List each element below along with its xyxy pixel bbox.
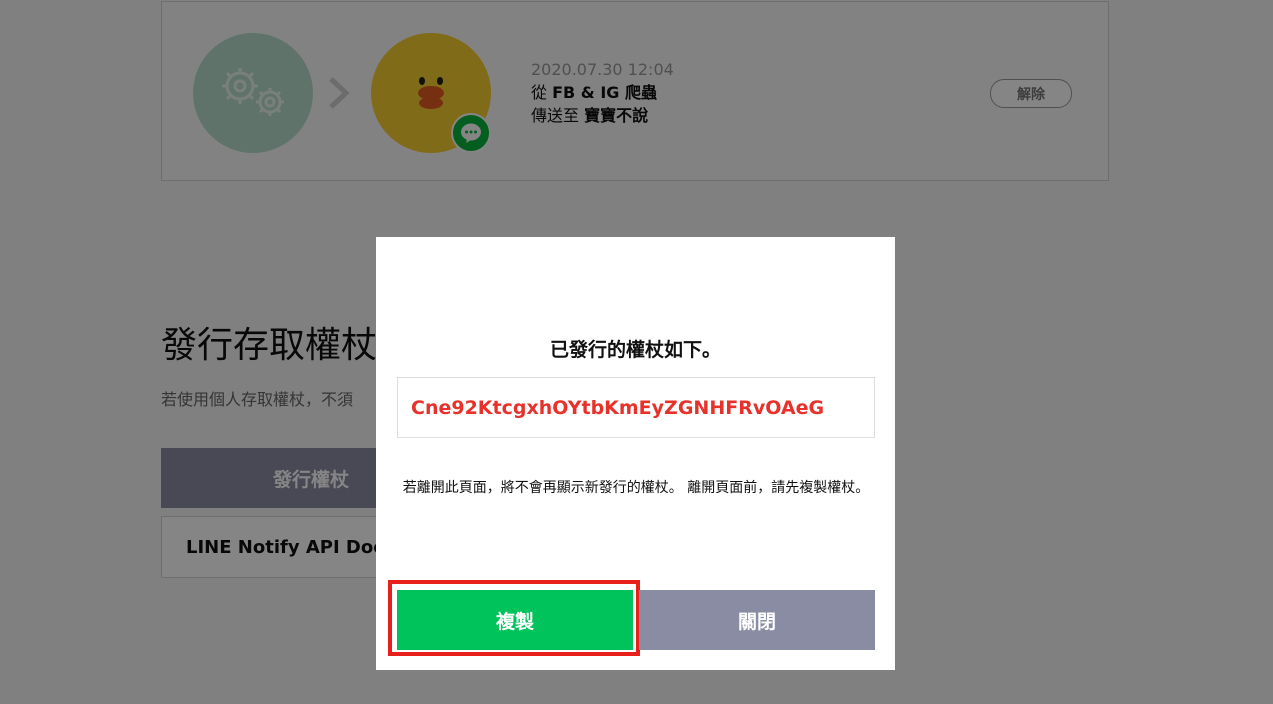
token-field[interactable]: Cne92KtcgxhOYtbKmEyZGNHFRvOAeG (397, 377, 875, 438)
dialog-title: 已發行的權杖如下。 (549, 339, 721, 361)
token-issued-dialog: 已發行的權杖如下。 Cne92KtcgxhOYtbKmEyZGNHFRvOAeG… (376, 237, 895, 670)
copy-button[interactable]: 複製 (397, 590, 633, 650)
close-button[interactable]: 關閉 (639, 590, 875, 650)
dialog-note: 若離開此頁面，將不會再顯示新發行的權杖。 離開頁面前，請先複製權杖。 (402, 480, 870, 496)
